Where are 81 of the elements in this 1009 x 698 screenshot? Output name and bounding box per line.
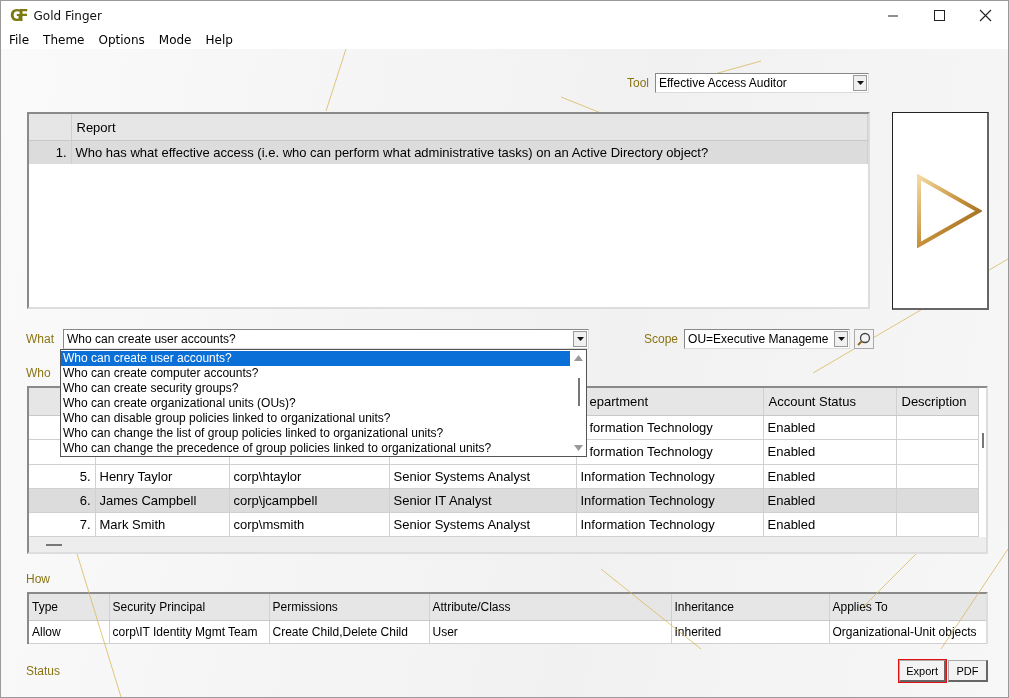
- window-title: Gold Finger: [33, 9, 102, 23]
- table-cell: Information Technology: [580, 468, 715, 484]
- dropdown-option[interactable]: Who can create computer accounts?: [61, 366, 570, 381]
- table-cell: Senior Systems Analyst: [393, 468, 531, 484]
- play-icon: [916, 173, 982, 248]
- column-header: Security Principal: [109, 594, 269, 621]
- table-cell: corp\htaylor: [233, 468, 302, 484]
- what-dropdown[interactable]: Who can create user accounts?: [63, 329, 589, 349]
- table-cell: Allow: [32, 625, 61, 639]
- table-cell: Mark Smith: [99, 516, 166, 532]
- scroll-down-icon[interactable]: [573, 445, 583, 451]
- table-cell: 5.: [79, 468, 91, 484]
- table-cell: Create Child,Delete Child: [272, 625, 408, 639]
- table-cell: User: [432, 625, 458, 639]
- action-button[interactable]: PDF: [948, 660, 988, 682]
- menu-item[interactable]: Options: [98, 33, 145, 47]
- how-label: How: [26, 572, 50, 586]
- scroll-up-icon[interactable]: [573, 355, 583, 361]
- table-cell: Henry Taylor: [99, 468, 173, 484]
- table-cell: Who has what effective access (i.e. who can perform what administrative tasks) on an Active Directory object?: [71, 140, 868, 164]
- column-header: Account Status: [763, 388, 896, 416]
- table-cell: 7.: [79, 516, 91, 532]
- status-label: Status: [26, 664, 61, 678]
- table-cell: Senior IT Analyst: [393, 492, 492, 508]
- scrollbar-thumb[interactable]: [578, 378, 580, 406]
- scrollbar-thumb[interactable]: [46, 544, 62, 546]
- dropdown-option[interactable]: Who can create security groups?: [61, 381, 570, 396]
- run-button[interactable]: [892, 112, 989, 310]
- scrollbar-thumb[interactable]: [981, 433, 984, 448]
- table-cell: Inherited: [674, 625, 722, 639]
- table-cell: James Campbell: [99, 492, 197, 508]
- dropdown-option[interactable]: Who can create user accounts?: [61, 351, 570, 366]
- menu-item[interactable]: File: [9, 33, 30, 47]
- tool-label: Tool: [627, 76, 649, 90]
- caret-icon: [856, 81, 864, 85]
- table-cell: Senior Systems Analyst: [393, 516, 531, 532]
- menu-item[interactable]: Theme: [43, 33, 85, 47]
- table-cell: corp\IT Identity Mgmt Team: [112, 625, 258, 639]
- caret-icon: [837, 337, 845, 341]
- table-cell: formation Technology: [589, 444, 713, 460]
- dropdown-option[interactable]: Who can change the list of group policies linked to organizational units?: [61, 426, 570, 441]
- table-cell: Enabled: [767, 492, 816, 508]
- table-cell: formation Technology: [589, 420, 713, 436]
- caret-icon: [576, 337, 584, 341]
- search-icon: [857, 332, 872, 346]
- dropdown-option[interactable]: Who can change the precedence of group policies linked to organizational units?: [61, 441, 570, 456]
- column-header: Attribute/Class: [429, 594, 671, 621]
- what-label: What: [26, 332, 54, 346]
- tool-dropdown[interactable]: Effective Access Auditor: [655, 73, 869, 93]
- column-header: [29, 114, 71, 141]
- column-header: Permissions: [269, 594, 429, 621]
- column-header: Inheritance: [671, 594, 829, 621]
- dropdown-option[interactable]: Who can disable group policies linked to organizational units?: [61, 411, 570, 426]
- scope-dropdown[interactable]: OU=Executive Manageme: [684, 329, 851, 349]
- table-cell: corp\jcampbell: [233, 492, 318, 508]
- user-row[interactable]: 7. Mark Smith corp\msmith Senior Systems Analyst Information Technology Enabled: [29, 512, 978, 537]
- table-cell: Organizational-Unit objects: [832, 625, 977, 639]
- table-cell: corp\msmith: [233, 516, 305, 532]
- column-header: Description: [896, 388, 978, 416]
- menu-item[interactable]: Help: [205, 33, 233, 47]
- table-cell: 6.: [79, 492, 91, 508]
- user-row[interactable]: 6. James Campbell corp\jcampbell Senior IT Analyst Information Technology Enabled: [29, 488, 978, 513]
- column-header: Report: [71, 114, 868, 141]
- column-header: Applies To: [829, 594, 986, 621]
- report-row[interactable]: 1. Who has what effective access (i.e. who can perform what administrative tasks) on an Active Directory object?: [29, 140, 868, 164]
- table-cell: Information Technology: [580, 492, 715, 508]
- column-header: Type: [29, 594, 109, 621]
- table-cell: Enabled: [767, 420, 816, 436]
- dropdown-option[interactable]: Who can create organizational units (OUs)?: [61, 396, 570, 411]
- table-cell: Enabled: [767, 468, 816, 484]
- app-logo: GF: [10, 7, 25, 25]
- table-cell: Enabled: [767, 444, 816, 460]
- menu-item[interactable]: Mode: [158, 33, 192, 47]
- search-button[interactable]: [854, 329, 875, 349]
- user-row[interactable]: 5. Henry Taylor corp\htaylor Senior Systems Analyst Information Technology Enabled: [29, 464, 978, 489]
- who-label: Who: [26, 366, 51, 380]
- table-cell: Information Technology: [580, 516, 715, 532]
- action-button[interactable]: Export: [899, 660, 946, 682]
- table-cell: Enabled: [767, 516, 816, 532]
- row-number: 1.: [29, 140, 71, 164]
- scope-label: Scope: [644, 332, 679, 346]
